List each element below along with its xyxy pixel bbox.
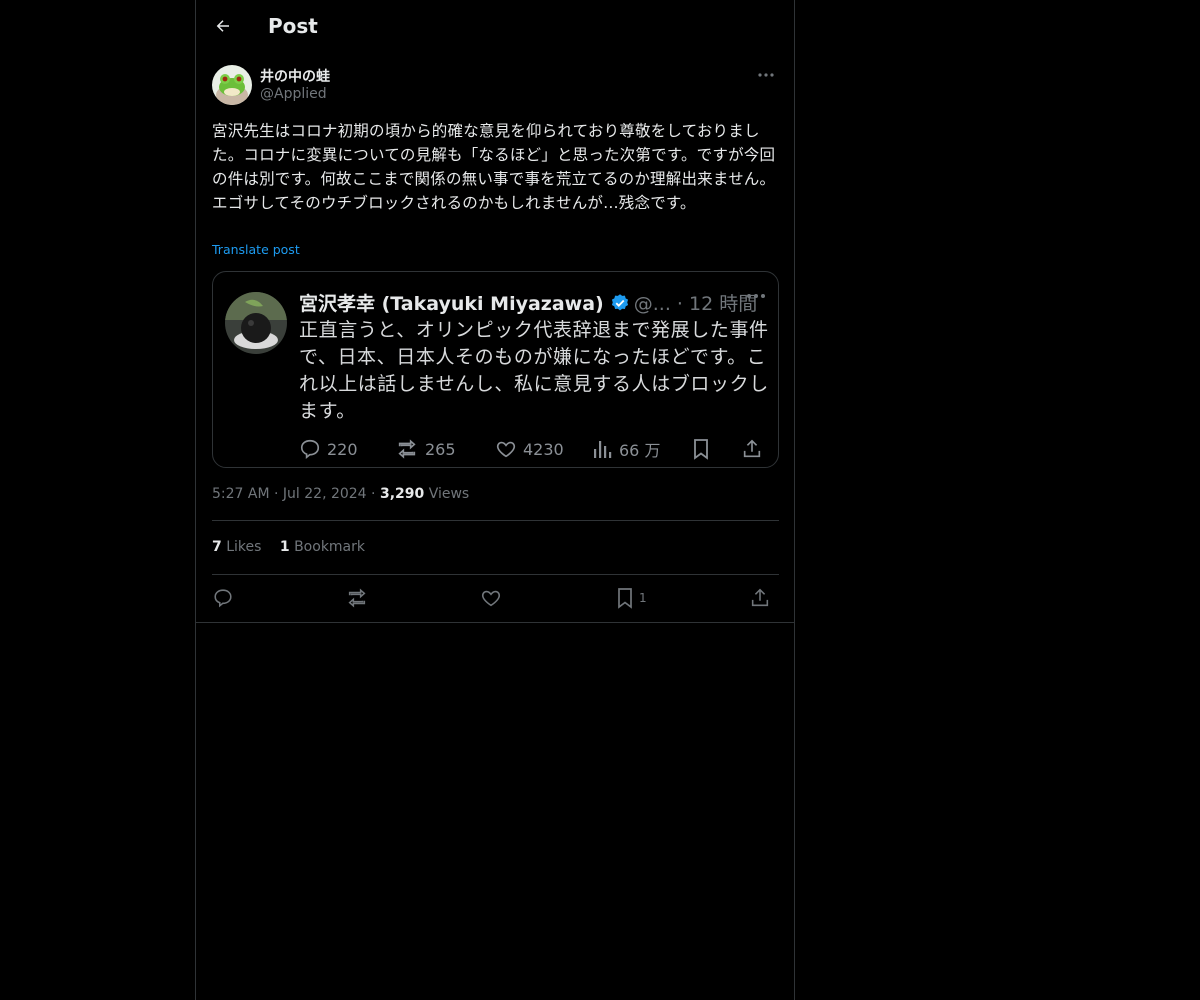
share-button[interactable]	[749, 584, 775, 612]
post-header: Post	[196, 0, 794, 54]
embedded-reply-count: 220	[327, 439, 358, 459]
more-options-button[interactable]	[754, 65, 778, 85]
embedded-bookmark	[691, 436, 717, 462]
reply-icon	[214, 589, 232, 608]
embedded-views-count: 66 万	[619, 441, 661, 460]
translate-post-link[interactable]: Translate post	[212, 242, 300, 257]
embedded-repost: 265	[395, 436, 456, 462]
author-row: 井の中の蛙 @Applied	[212, 65, 778, 107]
meta-separator: ·	[371, 486, 380, 502]
post-column: Post 井の中の蛙 @Applied 宮沢先生はコロナ初期の頃から的確な意見を…	[195, 0, 795, 1000]
avatar[interactable]	[212, 65, 252, 105]
embedded-avatar-image	[225, 292, 287, 354]
reply-button[interactable]	[212, 584, 238, 612]
bookmarks-count: 1	[279, 539, 290, 555]
tweet-text: 宮沢先生はコロナ初期の頃から的確な意見を仰られており尊敬をしておりました。コロナ…	[212, 122, 776, 212]
embedded-text: 正直言うと、オリンピック代表辞退まで発展した事件で、日本、日本人そのものが嫌にな…	[299, 319, 769, 422]
reply-icon	[300, 439, 320, 459]
engagement-stats: 7 Likes 1 Bookmark	[212, 539, 379, 555]
repost-icon	[398, 439, 416, 459]
views-label: Views	[428, 486, 470, 502]
heart-icon	[481, 590, 501, 607]
likes-label: Likes	[226, 539, 262, 555]
embedded-reply: 220	[299, 436, 358, 462]
author-name[interactable]: 井の中の蛙	[260, 66, 330, 86]
like-button[interactable]	[480, 584, 506, 612]
repost-icon	[348, 588, 366, 608]
arrow-left-icon	[216, 20, 229, 32]
repost-button[interactable]	[345, 584, 373, 612]
heart-icon	[496, 441, 516, 458]
views-chart-icon	[594, 441, 612, 458]
embedded-repost-count: 265	[425, 439, 456, 459]
share-icon	[751, 588, 769, 607]
embedded-like: 4230	[495, 436, 564, 462]
bookmark-icon	[694, 439, 708, 460]
bookmarks-stat[interactable]: 1 Bookmark	[280, 539, 365, 555]
embedded-like-count: 4230	[523, 439, 564, 459]
divider	[212, 574, 779, 575]
divider	[212, 520, 779, 521]
likes-count: 7	[212, 539, 222, 555]
post-actions: 1	[212, 584, 779, 612]
embedded-views: 66 万	[593, 436, 660, 462]
embedded-meta: @... · 12 時間	[633, 293, 758, 315]
attached-image[interactable]: 宮沢孝幸 (Takayuki Miyazawa) @... · 12 時間 正直…	[212, 271, 779, 468]
embedded-avatar	[225, 292, 287, 354]
embedded-more-icon	[747, 294, 765, 298]
author-handle[interactable]: @Applied	[260, 86, 327, 102]
meta-separator: ·	[274, 486, 283, 502]
back-button[interactable]	[208, 11, 238, 41]
embedded-share	[741, 436, 769, 462]
post-bottom-border	[196, 622, 794, 623]
bookmark-button[interactable]: 1	[615, 584, 647, 612]
post-date[interactable]: Jul 22, 2024	[283, 486, 367, 502]
embedded-header: 宮沢孝幸 (Takayuki Miyazawa) @... · 12 時間	[299, 289, 769, 317]
views-count: 3,290	[379, 486, 425, 502]
verified-badge-icon	[611, 294, 628, 311]
bookmark-count: 1	[639, 591, 647, 605]
share-icon	[743, 439, 761, 458]
embedded-author-name: 宮沢孝幸 (Takayuki Miyazawa)	[299, 293, 604, 315]
bookmarks-label: Bookmark	[294, 539, 366, 555]
bookmark-icon	[618, 588, 632, 609]
page-title: Post	[268, 14, 318, 38]
post-meta: 5:27 AM · Jul 22, 2024 · 3,290 Views	[212, 486, 469, 502]
embedded-actions: 220 265 4230 66 万	[299, 436, 769, 462]
post-time[interactable]: 5:27 AM	[212, 486, 270, 502]
frog-avatar-image	[212, 65, 252, 105]
likes-stat[interactable]: 7 Likes	[212, 539, 261, 555]
more-horizontal-icon	[758, 73, 774, 77]
